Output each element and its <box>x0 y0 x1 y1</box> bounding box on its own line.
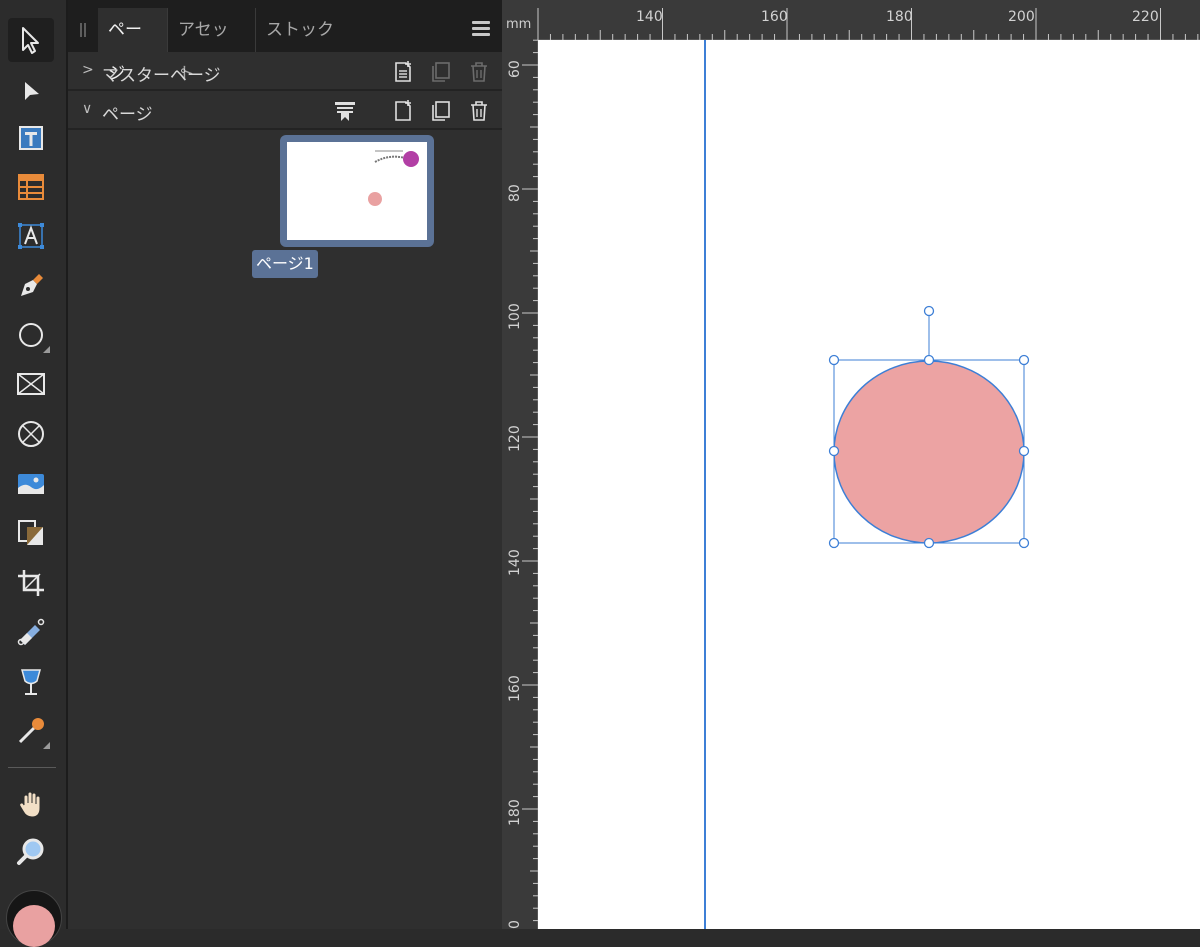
master-pages-label: マスターページ <box>102 66 221 86</box>
node-tool-button[interactable] <box>8 68 54 112</box>
page-thumbnail-preview <box>287 142 427 240</box>
tool-flyout-indicator <box>43 346 50 353</box>
delete-master-page-button[interactable] <box>466 59 492 85</box>
transparency-tool-button[interactable] <box>8 511 54 555</box>
chevron-right-icon[interactable]: > <box>82 62 94 78</box>
fill-color-indicator <box>13 905 55 947</box>
panel-grip-handle[interactable] <box>80 23 86 37</box>
hand-tool-icon <box>19 791 41 818</box>
picture-frame-tool-icon <box>17 373 45 395</box>
duplicate-icon <box>432 101 450 121</box>
trash-icon <box>471 101 487 121</box>
selected-shape-layer <box>828 305 1030 549</box>
pages-panel: ページ アセット ストック > マスターページ ∨ ページ ページ1 <box>68 0 502 929</box>
table-tool-icon <box>18 174 44 200</box>
move-tool-icon <box>22 27 39 54</box>
page-thumbnail[interactable] <box>280 135 434 247</box>
ellipse-tool-button[interactable] <box>8 313 54 357</box>
zoom-tool-icon <box>17 838 44 865</box>
thumbnail-dot-pink <box>368 192 382 206</box>
vector-crop-button[interactable] <box>8 660 54 704</box>
page-options-button[interactable] <box>332 98 358 124</box>
ellipse-frame-tool-icon <box>18 421 44 447</box>
trash-icon <box>471 62 487 82</box>
selection-handle-s[interactable] <box>923 537 935 549</box>
insert-pages-icon <box>335 102 355 121</box>
add-master-page-button[interactable] <box>390 59 416 85</box>
place-image-tool-button[interactable] <box>8 462 54 506</box>
pen-tool-icon <box>21 274 43 296</box>
table-tool-button[interactable] <box>8 165 54 209</box>
transparency-tool-icon <box>18 520 43 545</box>
zoom-tool-button[interactable] <box>8 830 54 874</box>
selection-handle-w[interactable] <box>828 445 840 457</box>
delete-page-button[interactable] <box>466 98 492 124</box>
selection-handle-ne[interactable] <box>1018 354 1030 366</box>
move-tool-button[interactable] <box>8 18 54 62</box>
selection-handle-nw[interactable] <box>828 354 840 366</box>
crop-tool-icon <box>18 570 44 596</box>
text-frame-tool-icon <box>19 126 43 150</box>
tool-flyout-indicator <box>43 742 50 749</box>
pink-circle-shape[interactable] <box>833 360 1025 544</box>
place-image-tool-icon <box>18 474 44 494</box>
tab-stock[interactable]: ストック <box>256 8 346 52</box>
pen-tool-button[interactable] <box>8 264 54 308</box>
text-frame-tool-button[interactable] <box>8 116 54 160</box>
duplicate-page-button[interactable] <box>428 98 454 124</box>
duplicate-icon <box>432 62 450 82</box>
fill-tool-button[interactable] <box>8 610 54 654</box>
fill-tool-icon <box>17 618 45 646</box>
pages-section-label: ページ <box>102 105 153 125</box>
add-page-icon <box>395 100 411 121</box>
panel-tab-bar: ページ アセット ストック <box>68 0 502 84</box>
selection-handle-e[interactable] <box>1018 445 1030 457</box>
page-thumbnail-label[interactable]: ページ1 <box>252 250 318 278</box>
crop-tool-button[interactable] <box>8 561 54 605</box>
selection-handle-n[interactable] <box>923 354 935 366</box>
panel-menu-icon[interactable] <box>472 21 490 37</box>
color-picker-tool-button[interactable] <box>8 709 54 753</box>
vector-crop-icon <box>21 669 41 695</box>
fill-color-swatch[interactable] <box>6 890 62 947</box>
picture-frame-tool-button[interactable] <box>8 362 54 406</box>
thumbnail-artwork <box>368 150 419 206</box>
node-tool-icon <box>25 82 39 100</box>
ellipse-frame-tool-button[interactable] <box>8 412 54 456</box>
tab-pages[interactable]: ページ <box>98 8 168 84</box>
tools-toolbar <box>0 0 68 947</box>
duplicate-master-page-button[interactable] <box>428 59 454 85</box>
chevron-down-icon[interactable]: ∨ <box>82 101 92 117</box>
add-master-page-icon <box>395 61 411 82</box>
thumbnail-dot-purple <box>403 151 419 167</box>
artistic-text-tool-icon <box>18 223 44 249</box>
hand-tool-button[interactable] <box>8 782 54 826</box>
pages-section[interactable]: ∨ ページ <box>68 92 502 130</box>
selection-handle-rotate[interactable] <box>923 305 935 317</box>
add-page-button[interactable] <box>390 98 416 124</box>
toolbar-separator <box>8 767 56 768</box>
document-canvas[interactable]: mm 140 160 180 200 220 60 80 100 120 140… <box>502 0 1200 929</box>
selection-handle-se[interactable] <box>1018 537 1030 549</box>
selection-handle-sw[interactable] <box>828 537 840 549</box>
master-pages-section[interactable]: > マスターページ <box>68 53 502 91</box>
tab-assets[interactable]: アセット <box>168 8 256 84</box>
artistic-text-tool-button[interactable] <box>8 214 54 258</box>
